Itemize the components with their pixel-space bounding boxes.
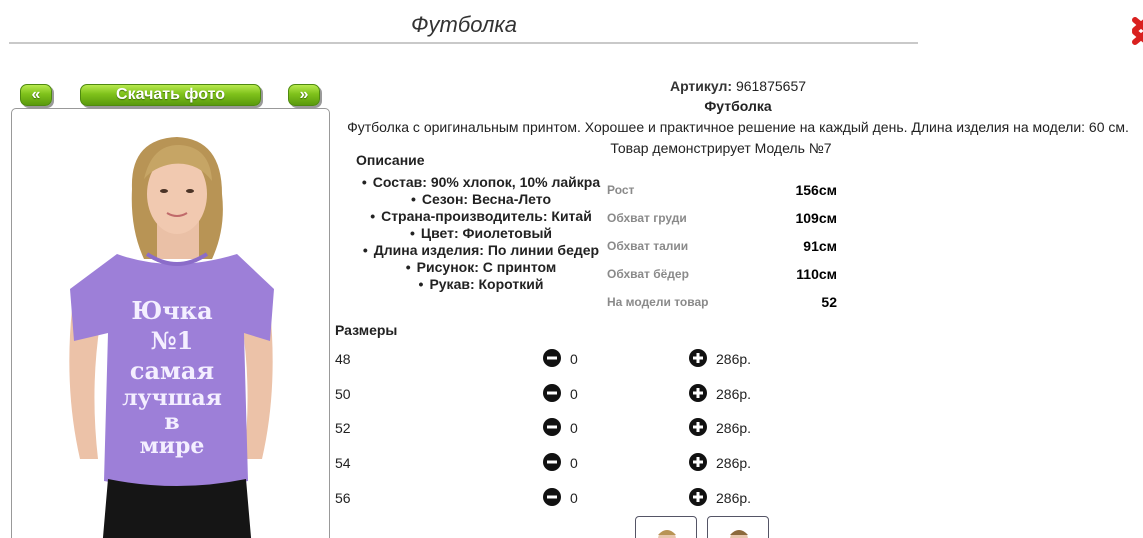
measurement-row: Обхват груди 109см [607,204,837,232]
prev-photo-button[interactable]: « [20,84,52,106]
size-row: 48 0 286р. [335,347,835,371]
article-label: Артикул: [669,78,733,94]
minus-circle-icon[interactable] [543,453,561,471]
print-line-1: Ючка [131,296,212,325]
size-value: 52 [335,420,351,436]
measurement-label: Рост [607,183,635,197]
model-note: Товар демонстрирует Модель №7 [610,140,832,156]
size-value: 56 [335,490,351,506]
size-row: 50 0 286р. [335,382,835,406]
description-heading: Описание [356,152,425,168]
price-value: 286р. [716,420,752,436]
measurement-label: Обхват талии [607,239,689,253]
download-photo-button[interactable]: Скачать фото [80,84,261,106]
minus-circle-icon[interactable] [543,418,561,436]
price-value: 286р. [716,351,752,367]
title-divider [9,42,918,44]
measurement-row: Обхват талии 91см [607,232,837,260]
thumbnail[interactable] [707,516,769,538]
measurement-value: 109см [795,210,837,226]
minus-circle-icon[interactable] [543,349,561,367]
product-description: Футболка с оригинальным принтом. Хорошее… [347,119,1129,135]
page-title: Футболка [411,12,517,37]
plus-circle-icon[interactable] [689,349,707,367]
thumbnail[interactable] [635,516,697,538]
article-number: Артикул: 961875657 [338,78,1138,94]
size-value: 48 [335,351,351,367]
measurement-value: 52 [821,294,837,310]
price-value: 286р. [716,455,752,471]
measurement-row: Рост 156см [607,176,837,204]
size-value: 50 [335,386,351,402]
feature-item: Сезон: Весна-Лето [350,191,612,208]
feature-item: Длина изделия: По линии бедер [350,242,612,259]
feature-item: Рисунок: С принтом [350,259,612,276]
measurement-value: 156см [795,182,837,198]
size-row: 56 0 286р. [335,486,835,510]
quantity-value: 0 [570,455,578,471]
print-line-3: самая [130,356,214,385]
quantity-value: 0 [570,386,578,402]
measurement-row: Обхват бёдер 110см [607,260,837,288]
quantity-value: 0 [570,420,578,436]
price-value: 286р. [716,490,752,506]
article-value: 961875657 [735,78,807,94]
quantity-value: 0 [570,490,578,506]
plus-circle-icon[interactable] [689,453,707,471]
close-icon[interactable] [1131,14,1143,48]
measurement-value: 91см [803,238,837,254]
model-measurements: Рост 156см Обхват груди 109см Обхват тал… [607,176,837,316]
feature-item: Состав: 90% хлопок, 10% лайкра [350,174,612,191]
size-row: 52 0 286р. [335,416,835,440]
plus-circle-icon[interactable] [689,488,707,506]
plus-circle-icon[interactable] [689,384,707,402]
price-value: 286р. [716,386,752,402]
product-name: Футболка [704,98,772,114]
minus-circle-icon[interactable] [543,488,561,506]
measurement-label: Обхват груди [607,211,687,225]
sizes-heading: Размеры [335,322,398,338]
next-photo-button[interactable]: » [288,84,320,106]
feature-list: Состав: 90% хлопок, 10% лайкра Сезон: Ве… [350,174,612,293]
measurement-label: Обхват бёдер [607,267,689,281]
size-row: 54 0 286р. [335,451,835,475]
feature-item: Рукав: Короткий [350,276,612,293]
print-line-4: лучшая [122,385,222,411]
product-photo[interactable]: Ючка №1 самая лучшая в мире [11,108,330,538]
print-line-6: мире [140,433,205,459]
measurement-value: 110см [796,266,837,282]
print-line-5: в [164,409,179,435]
measurement-row: На модели товар 52 [607,288,837,316]
minus-circle-icon[interactable] [543,384,561,402]
print-line-2: №1 [151,326,194,355]
feature-item: Страна-производитель: Китай [350,208,612,225]
quantity-value: 0 [570,351,578,367]
measurement-label: На модели товар [607,295,709,309]
plus-circle-icon[interactable] [689,418,707,436]
model-photo-illustration: Ючка №1 самая лучшая в мире [69,137,274,538]
size-value: 54 [335,455,351,471]
feature-item: Цвет: Фиолетовый [350,225,612,242]
